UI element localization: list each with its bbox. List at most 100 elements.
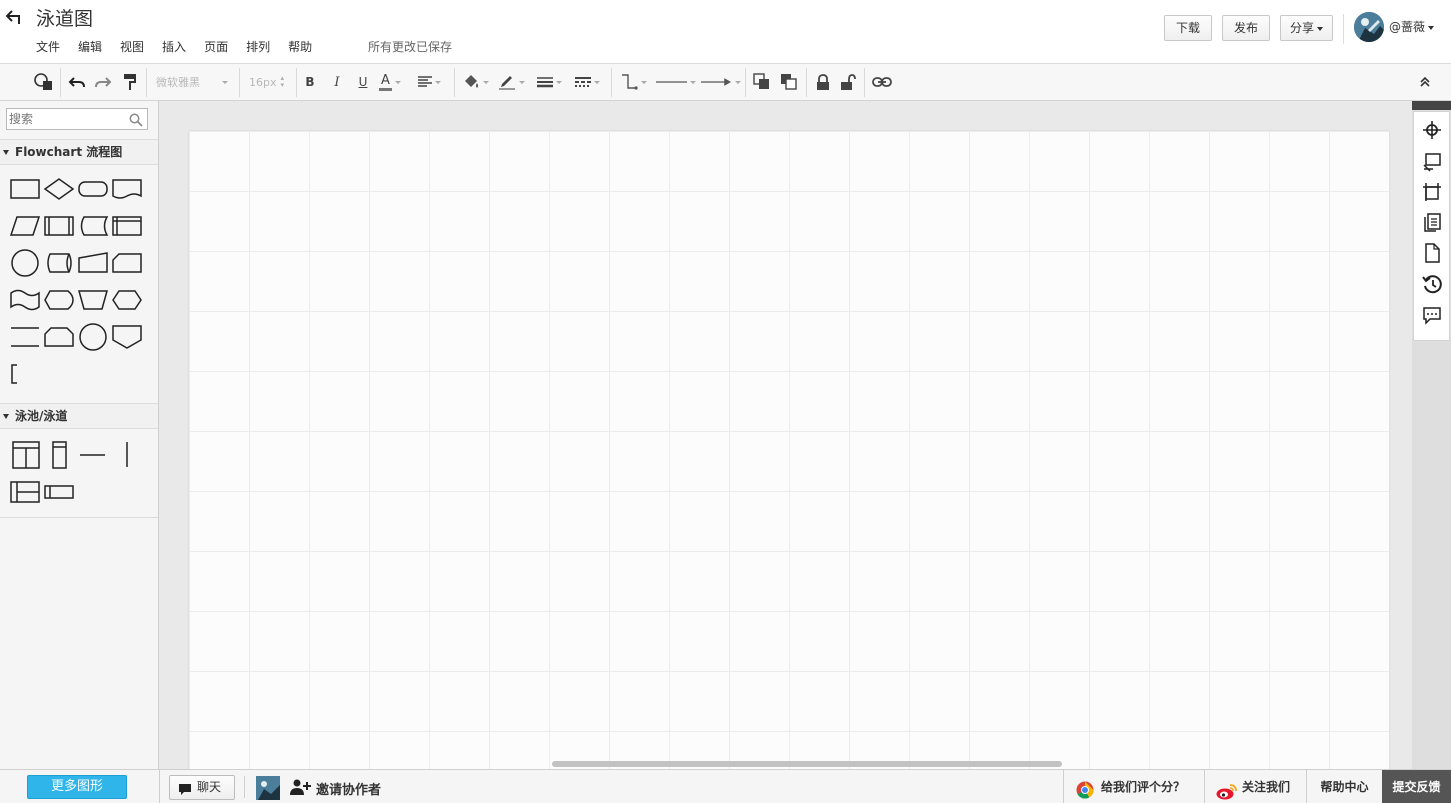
caret-down-icon	[3, 150, 9, 155]
connector-circle-shape[interactable]	[8, 246, 42, 280]
annotation-shape[interactable]	[8, 357, 42, 391]
horizontal-separator-shape[interactable]	[76, 438, 110, 472]
horizontal-lane-shape[interactable]	[42, 475, 76, 509]
manual-operation-shape[interactable]	[76, 283, 110, 317]
underline-button[interactable]: U	[355, 72, 371, 92]
line-style-button[interactable]	[575, 72, 607, 92]
font-color-button[interactable]: A	[379, 72, 409, 92]
bold-button[interactable]: B	[302, 72, 318, 92]
font-family-value: 微软雅黑	[156, 76, 200, 89]
send-to-back-icon[interactable]	[779, 72, 799, 92]
chat-button[interactable]: 聊天	[169, 775, 235, 800]
menu-view[interactable]: 视图	[120, 38, 144, 56]
history-icon[interactable]	[1422, 274, 1442, 294]
invite-collaborators-link[interactable]: 邀请协作者	[316, 779, 381, 798]
canvas-page[interactable]	[189, 131, 1389, 769]
preparation-shape[interactable]	[110, 283, 144, 317]
page-icon[interactable]	[1422, 243, 1442, 263]
connector-type-button[interactable]	[620, 72, 650, 92]
category-flowchart[interactable]: Flowchart 流程图	[0, 139, 158, 165]
add-user-icon[interactable]	[290, 779, 312, 799]
pen-icon	[499, 76, 515, 90]
lock-icon[interactable]	[814, 72, 832, 92]
pool-shape[interactable]	[9, 438, 43, 472]
search-input[interactable]	[9, 111, 127, 127]
follow-us-link[interactable]: 关注我们	[1204, 770, 1306, 803]
vertical-lane-shape[interactable]	[42, 438, 76, 472]
menu-file[interactable]: 文件	[36, 38, 60, 56]
predefined-process-shape[interactable]	[42, 209, 76, 243]
unlock-icon[interactable]	[839, 72, 857, 92]
line-start-button[interactable]	[656, 72, 696, 92]
comment-icon[interactable]	[1422, 305, 1442, 325]
copy-pages-icon[interactable]	[1422, 212, 1442, 232]
page-setup-icon[interactable]	[1422, 182, 1442, 202]
fill-color-button[interactable]	[462, 72, 494, 92]
back-arrow-icon[interactable]	[4, 6, 24, 28]
toolbar-separator	[611, 68, 612, 97]
dock-buttons	[1413, 111, 1450, 341]
style-format-icon[interactable]	[33, 72, 55, 92]
terminator-shape[interactable]	[76, 172, 110, 206]
line-color-button[interactable]	[498, 72, 530, 92]
italic-button[interactable]: I	[329, 72, 345, 92]
category-label: 泳池/泳道	[15, 409, 68, 423]
menu-bar: 文件 编辑 视图 插入 页面 排列 帮助	[36, 38, 330, 56]
toolbar-separator	[806, 68, 807, 97]
tape-shape[interactable]	[8, 283, 42, 317]
menu-insert[interactable]: 插入	[162, 38, 186, 56]
toolbar-separator	[864, 68, 865, 97]
canvas-area[interactable]	[159, 101, 1412, 769]
text-align-button[interactable]	[418, 72, 448, 92]
line-width-button[interactable]	[537, 72, 569, 92]
collaborator-avatar[interactable]	[256, 776, 280, 800]
font-family-select[interactable]: 微软雅黑	[156, 72, 234, 92]
process-shape[interactable]	[8, 172, 42, 206]
category-swimlane[interactable]: 泳池/泳道	[0, 403, 158, 429]
menu-edit[interactable]: 编辑	[78, 38, 102, 56]
line-end-button[interactable]	[701, 72, 741, 92]
format-painter-icon[interactable]	[120, 72, 140, 92]
font-size-stepper[interactable]: 16px ▴ ▾	[249, 72, 291, 92]
menu-help[interactable]: 帮助	[288, 38, 312, 56]
vertical-separator-shape[interactable]	[110, 438, 144, 472]
display-shape[interactable]	[42, 283, 76, 317]
stored-data-shape[interactable]	[76, 209, 110, 243]
off-page-reference-shape[interactable]	[110, 320, 144, 354]
weibo-icon	[1216, 779, 1238, 803]
document-shape[interactable]	[110, 172, 144, 206]
horizontal-scrollbar[interactable]	[552, 761, 1062, 767]
undo-icon[interactable]	[67, 72, 87, 92]
document-title[interactable]: 泳道图	[36, 6, 93, 32]
publish-button[interactable]: 发布	[1222, 15, 1270, 41]
internal-storage-shape[interactable]	[110, 209, 144, 243]
submit-feedback-button[interactable]: 提交反馈	[1382, 770, 1451, 803]
menu-arrange[interactable]: 排列	[246, 38, 270, 56]
on-page-reference-shape[interactable]	[76, 320, 110, 354]
navigator-icon[interactable]	[1422, 120, 1442, 140]
redo-icon[interactable]	[93, 72, 113, 92]
data-shape[interactable]	[8, 209, 42, 243]
direct-data-shape[interactable]	[42, 246, 76, 280]
collapse-toolbar-icon[interactable]	[1416, 72, 1434, 92]
chevron-down-icon	[483, 80, 489, 84]
menu-page[interactable]: 页面	[204, 38, 228, 56]
parallel-mode-shape[interactable]	[8, 320, 42, 354]
search-icon[interactable]	[129, 112, 143, 131]
decision-shape[interactable]	[42, 172, 76, 206]
horizontal-pool-shape[interactable]	[8, 475, 42, 509]
bring-to-front-icon[interactable]	[752, 72, 772, 92]
help-center-link[interactable]: 帮助中心	[1306, 770, 1382, 803]
shape-properties-icon[interactable]	[1422, 152, 1442, 172]
divider	[244, 776, 245, 798]
loop-limit-shape[interactable]	[42, 320, 76, 354]
manual-input-shape[interactable]	[76, 246, 110, 280]
avatar[interactable]	[1354, 12, 1384, 42]
link-icon[interactable]	[871, 72, 893, 92]
more-shapes-button[interactable]: 更多图形	[27, 775, 127, 799]
rate-us-link[interactable]: 给我们评个分？	[1063, 770, 1204, 803]
download-button[interactable]: 下载	[1164, 15, 1212, 41]
user-menu[interactable]: @蔷薇	[1389, 18, 1435, 36]
card-shape[interactable]	[110, 246, 144, 280]
share-button[interactable]: 分享	[1280, 15, 1333, 41]
